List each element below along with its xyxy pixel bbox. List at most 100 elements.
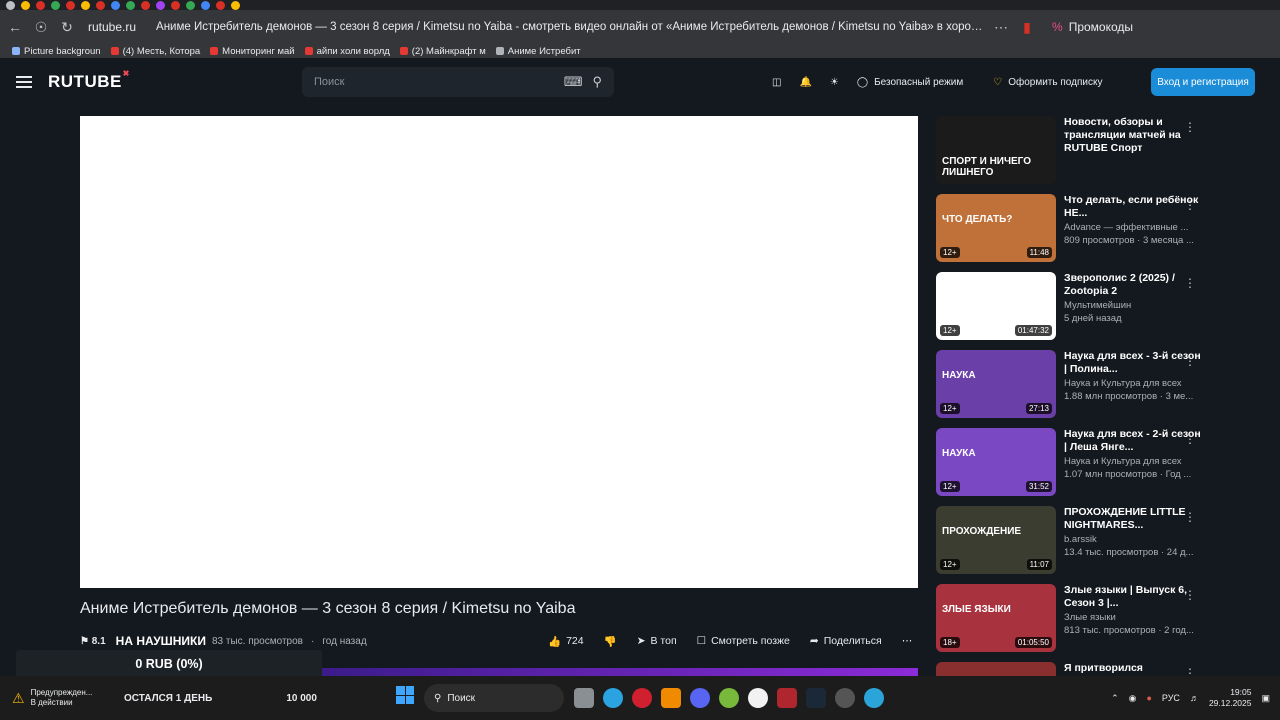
chevron-up-icon[interactable]: ⌃ [1111,693,1119,704]
steam-icon[interactable] [806,688,826,708]
search-icon[interactable]: ⚲ [592,74,602,90]
card-channel[interactable]: Наука и Культура для всех [1064,378,1202,389]
video-thumbnail[interactable]: СПОРТ И НИЧЕГО ЛИШНЕГО [936,116,1056,184]
tab-favicon[interactable] [201,0,210,10]
yandex-browser-icon[interactable] [748,688,768,708]
channel-name[interactable]: НА НАУШНИКИ [116,634,206,648]
lang-indicator[interactable]: РУС [1162,693,1180,703]
more-options-icon[interactable]: ⋮ [1184,588,1196,602]
more-options-icon[interactable]: ⋮ [1184,354,1196,368]
keyboard-icon[interactable]: ⌨ [564,74,583,90]
card-channel[interactable]: Злые языки [1064,612,1202,623]
utorrent-icon[interactable] [719,688,739,708]
recommendation-card[interactable]: ПРОХОЖДЕНИЕ 12+ 11:07 ПРОХОЖДЕНИЕ LITTLE NI… [936,506,1206,576]
to-top-button[interactable]: ➤ В топ [637,635,677,647]
like-button[interactable]: 👍 724 [548,635,584,648]
card-channel[interactable]: Мультимейшин [1064,300,1202,311]
discord-icon[interactable] [690,688,710,708]
video-player[interactable] [80,116,918,588]
bookmark-item[interactable]: (2) Майнкрафт м [399,46,486,57]
video-thumbnail[interactable]: LIVE [936,662,1056,676]
recommendation-card[interactable]: НАУКА 12+ 31:52 Наука для всех - 2-й сезон … [936,428,1206,498]
subscribe-button[interactable]: ♡ Оформить подписку [993,77,1102,88]
notification-icon[interactable]: ▣ [1261,693,1270,704]
warning-widget[interactable]: ⚠ Предупрежден... В действии [12,688,112,708]
tab-favicon[interactable] [231,0,240,10]
recommendation-card[interactable]: ЗЛЫЕ ЯЗЫКИ 18+ 01:05:50 Злые языки | Выпуск… [936,584,1206,654]
tab-favicon[interactable] [171,0,180,10]
back-icon[interactable]: ← [4,16,26,38]
browser-tab-strip[interactable] [0,0,1280,10]
tab-favicon[interactable] [36,0,45,10]
page-title-bar[interactable]: Аниме Истребитель демонов — 3 сезон 8 се… [156,21,986,33]
card-title[interactable]: Я притворился [1064,662,1202,675]
clock[interactable]: 19:05 29.12.2025 [1209,687,1252,709]
tab-favicon[interactable] [51,0,60,10]
tab-favicon[interactable] [66,0,75,10]
tab-favicon[interactable] [156,0,165,10]
card-title[interactable]: Что делать, если ребёнок НЕ... [1064,194,1202,220]
card-title[interactable]: Злые языки | Выпуск 6, Сезон 3 |... [1064,584,1202,610]
tab-favicon[interactable] [141,0,150,10]
more-options-icon[interactable]: ⋯ [902,635,913,647]
watch-later-button[interactable]: ☐ Смотреть позже [697,635,790,647]
more-options-icon[interactable]: ⋮ [1184,666,1196,676]
video-thumbnail[interactable]: НАУКА 12+ 31:52 [936,428,1056,496]
history-icon[interactable]: ☉ [30,16,52,38]
terminal-icon[interactable] [777,688,797,708]
windows-start-icon[interactable] [396,686,414,704]
network-icon[interactable]: ◉ [1129,693,1137,704]
url-domain[interactable]: rutube.ru [88,20,136,34]
more-options-icon[interactable]: ⋮ [1184,510,1196,524]
login-button[interactable]: Вход и регистрация [1151,68,1255,96]
edge-icon[interactable] [864,688,884,708]
theme-icon[interactable]: ☀ [830,77,839,88]
volume-icon[interactable]: ♬ [1190,693,1199,703]
dislike-button[interactable]: 👎 [604,635,617,648]
telegram-icon[interactable] [603,688,623,708]
recommendation-card[interactable]: 12+ 01:47:32 Зверополис 2 (2025) / Zootopi… [936,272,1206,342]
tab-favicon[interactable] [96,0,105,10]
tab-favicon[interactable] [126,0,135,10]
video-thumbnail[interactable]: ЗЛЫЕ ЯЗЫКИ 18+ 01:05:50 [936,584,1056,652]
taskbar-search[interactable]: ⚲ Поиск [424,684,564,712]
bookmark-item[interactable]: Picture backgroun [12,46,101,57]
bookmark-item[interactable]: (4) Месть, Которa [110,46,200,57]
upload-icon[interactable]: ◫ [772,77,781,88]
more-options-icon[interactable]: ⋮ [1184,276,1196,290]
explorer-icon[interactable] [574,688,594,708]
rutube-logo[interactable]: RUTUBE ✖ [48,69,129,92]
more-icon[interactable]: ⋯ [990,16,1012,38]
menu-icon[interactable] [16,76,32,88]
card-channel[interactable]: Наука и Культура для всех [1064,456,1202,467]
tab-favicon[interactable] [186,0,195,10]
mic-icon[interactable]: ● [1146,693,1151,703]
card-title[interactable]: Зверополис 2 (2025) / Zootopia 2 [1064,272,1202,298]
tab-favicon[interactable] [216,0,225,10]
card-channel[interactable]: b.arssik [1064,534,1202,545]
search-input[interactable] [314,76,554,88]
share-button[interactable]: ➦ Поделиться [810,635,882,647]
tab-favicon[interactable] [6,0,15,10]
bookmark-item[interactable]: Аниме Истребит [495,46,581,57]
video-thumbnail[interactable]: 12+ 01:47:32 [936,272,1056,340]
tab-favicon[interactable] [81,0,90,10]
recommendation-card[interactable]: ЧТО ДЕЛАТЬ? 12+ 11:48 Что делать, если ребё… [936,194,1206,264]
reload-icon[interactable]: ↻ [56,16,78,38]
settings-icon[interactable] [835,688,855,708]
banner-strip[interactable] [322,668,918,676]
card-title[interactable]: Наука для всех - 3-й сезон | Полина... [1064,350,1202,376]
safe-mode-button[interactable]: ◯ Безопасный режим [857,77,963,88]
recommendation-card[interactable]: СПОРТ И НИЧЕГО ЛИШНЕГО Новости, обзоры и … [936,116,1206,186]
video-thumbnail[interactable]: НАУКА 12+ 27:13 [936,350,1056,418]
more-options-icon[interactable]: ⋮ [1184,198,1196,212]
bookmark-icon[interactable]: ▮ [1016,16,1038,38]
more-options-icon[interactable]: ⋮ [1184,120,1196,134]
bookmark-item[interactable]: айпи холи ворлд [304,46,390,57]
tab-favicon[interactable] [111,0,120,10]
more-options-icon[interactable]: ⋮ [1184,432,1196,446]
card-title[interactable]: ПРОХОЖДЕНИЕ LITTLE NIGHTMARES... [1064,506,1202,532]
card-channel[interactable]: Advance — эффективные ... [1064,222,1202,233]
bell-icon[interactable]: 🔔 [799,77,811,88]
player-icon[interactable] [661,688,681,708]
